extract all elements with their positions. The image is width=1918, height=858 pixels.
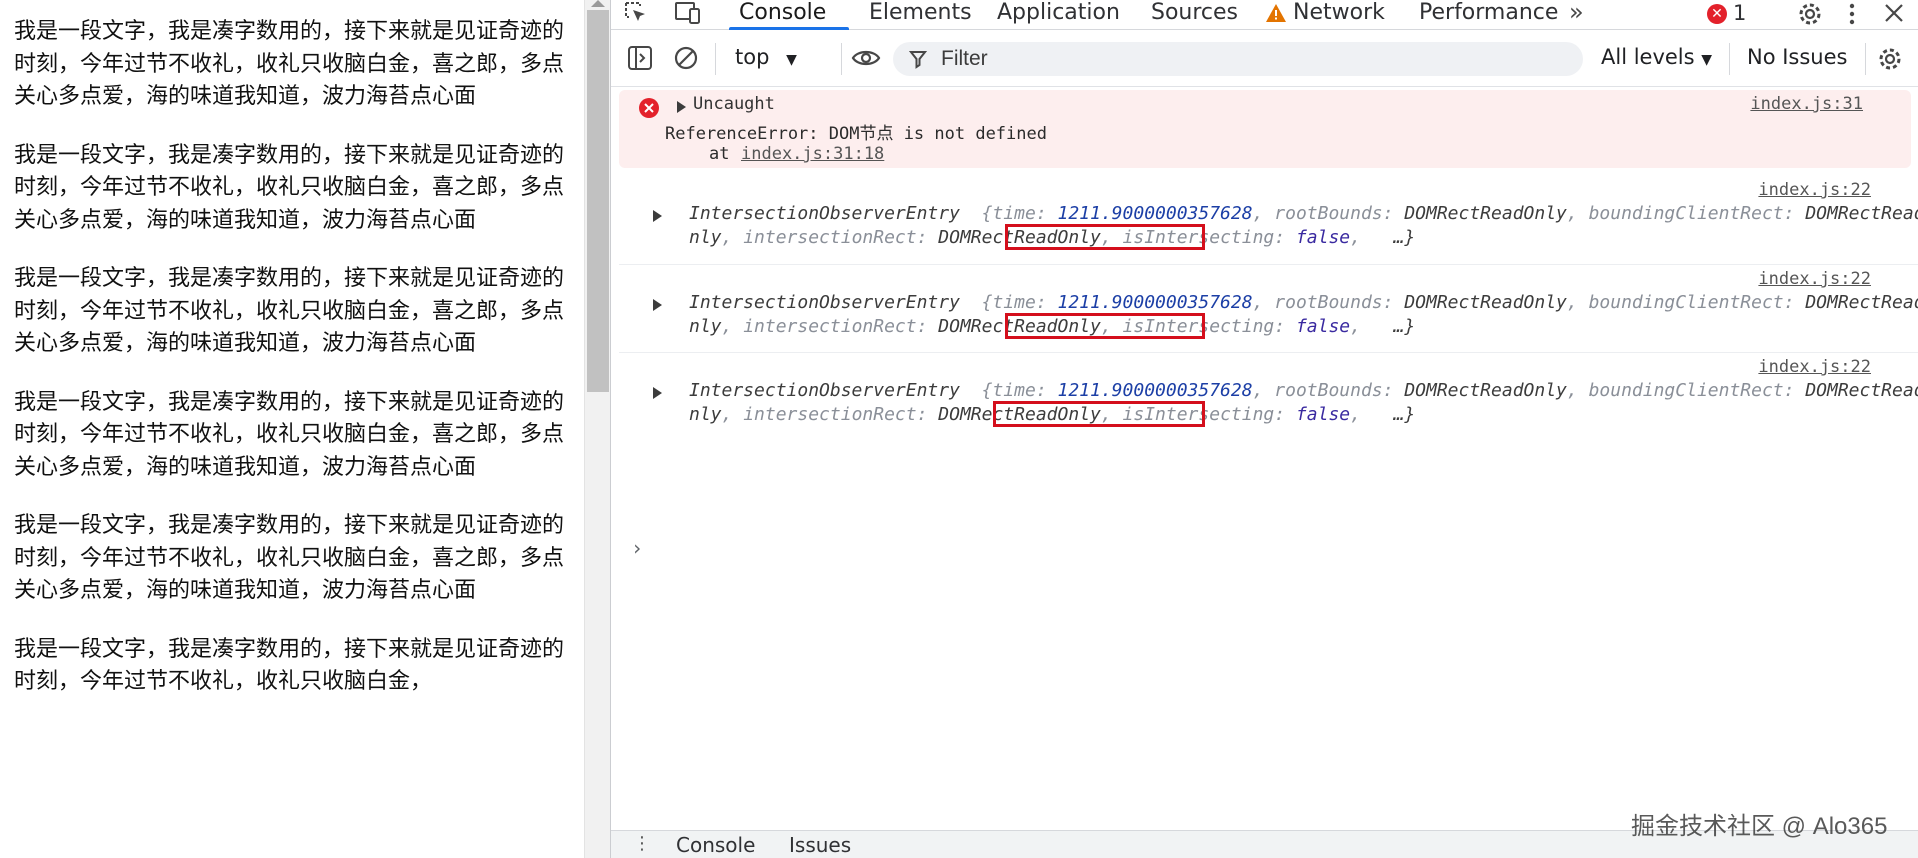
log-entry[interactable]: index.js:22 IntersectionObserverEntry {t…: [619, 176, 1918, 250]
context-selector[interactable]: top ▼: [735, 45, 797, 69]
more-tabs-chevron-icon[interactable]: »: [1569, 0, 1584, 24]
tab-elements[interactable]: Elements: [867, 0, 974, 30]
clear-console-icon[interactable]: [673, 45, 699, 73]
paragraph: 我是一段文字，我是凑字数用的，接下来就是见证奇迹的时刻，今年过节不收礼，收礼只收…: [14, 19, 565, 109]
console-settings-gear-icon[interactable]: [1877, 46, 1903, 74]
error-icon: [639, 98, 659, 118]
page-content: 我是一段文字，我是凑字数用的，接下来就是见证奇迹的时刻，今年过节不收礼，收礼只收…: [14, 16, 570, 725]
expand-arrow-icon[interactable]: [653, 299, 662, 311]
filter-box[interactable]: [893, 42, 1583, 76]
sidebar-toggle-icon[interactable]: [627, 45, 653, 73]
toolbar-divider: [1865, 43, 1866, 75]
dropdown-arrow-icon: ▼: [786, 52, 797, 68]
toolbar-divider: [715, 43, 716, 75]
issues-counter[interactable]: No Issues: [1747, 45, 1847, 69]
highlight-box: [1005, 224, 1205, 250]
log-entry[interactable]: index.js:22 IntersectionObserverEntry {t…: [619, 264, 1918, 339]
dropdown-arrow-icon: ▼: [1701, 52, 1713, 68]
source-link[interactable]: index.js:22: [1758, 180, 1871, 200]
drawer-tab-issues[interactable]: Issues: [789, 833, 851, 857]
live-expression-eye-icon[interactable]: [851, 46, 881, 74]
tab-application[interactable]: Application: [995, 0, 1122, 30]
tab-sources[interactable]: Sources: [1149, 0, 1240, 30]
stack-frame-link[interactable]: index.js:31:18: [741, 144, 884, 164]
log-object-line1: IntersectionObserverEntry {time: 1211.90…: [689, 203, 1918, 224]
log-object-line1: IntersectionObserverEntry {time: 1211.90…: [689, 380, 1918, 401]
customize-menu-icon[interactable]: [1847, 2, 1857, 30]
error-message[interactable]: Uncaught ReferenceError: DOM节点 is not de…: [619, 90, 1911, 168]
drawer-menu-icon[interactable]: ⋮: [633, 833, 651, 854]
log-levels-label: All levels: [1601, 45, 1695, 69]
scrollbar-thumb[interactable]: [587, 10, 609, 392]
active-tab-indicator: [729, 27, 849, 30]
page-scrollbar[interactable]: [584, 0, 610, 858]
paragraph: 我是一段文字，我是凑字数用的，接下来就是见证奇迹的时刻，今年过节不收礼，收礼只收…: [14, 636, 565, 695]
error-count-icon[interactable]: ✕: [1707, 4, 1727, 24]
devtools-tabbar: Console Elements Application Sources Net…: [611, 0, 1918, 30]
stack-at-label: at: [709, 144, 730, 164]
inspect-element-icon[interactable]: [623, 0, 649, 28]
expand-arrow-icon[interactable]: [653, 210, 662, 222]
console-prompt-chevron-icon[interactable]: ›: [631, 536, 643, 560]
drawer-tab-console[interactable]: Console: [676, 833, 755, 857]
close-icon[interactable]: [1883, 2, 1905, 30]
expand-arrow-icon[interactable]: [677, 101, 686, 113]
toolbar-divider: [841, 43, 842, 75]
source-link[interactable]: index.js:31: [1750, 94, 1863, 114]
filter-funnel-icon: [908, 49, 928, 77]
log-levels-dropdown[interactable]: All levels ▼: [1601, 45, 1712, 69]
expand-arrow-icon[interactable]: [653, 387, 662, 399]
devtools-panel: Console Elements Application Sources Net…: [610, 0, 1918, 858]
tab-console[interactable]: Console: [737, 0, 828, 30]
warning-icon: [1265, 2, 1287, 30]
log-object-line1: IntersectionObserverEntry {time: 1211.90…: [689, 292, 1918, 313]
error-count[interactable]: 1: [1733, 1, 1746, 25]
console-output: Uncaught ReferenceError: DOM节点 is not de…: [611, 88, 1918, 830]
console-toolbar: top ▼ All levels ▼ No Issues: [611, 31, 1918, 87]
paragraph: 我是一段文字，我是凑字数用的，接下来就是见证奇迹的时刻，今年过节不收礼，收礼只收…: [14, 142, 565, 233]
filter-input[interactable]: [941, 44, 1561, 74]
toolbar-divider: [1729, 43, 1730, 75]
web-page: 我是一段文字，我是凑字数用的，接下来就是见证奇迹的时刻，今年过节不收礼，收礼只收…: [0, 0, 582, 858]
scroll-up-arrow-icon[interactable]: [591, 0, 605, 7]
device-toolbar-icon[interactable]: [673, 0, 703, 28]
watermark: 掘金技术社区 @ Alo365: [1631, 813, 1888, 840]
log-entry[interactable]: index.js:22 IntersectionObserverEntry {t…: [619, 352, 1918, 427]
highlight-box: [993, 401, 1205, 427]
error-title: Uncaught: [693, 94, 775, 114]
paragraph: 我是一段文字，我是凑字数用的，接下来就是见证奇迹的时刻，今年过节不收礼，收礼只收…: [14, 513, 565, 603]
settings-gear-icon[interactable]: [1797, 1, 1823, 29]
paragraph: 我是一段文字，我是凑字数用的，接下来就是见证奇迹的时刻，今年过节不收礼，收礼只收…: [14, 389, 565, 480]
tab-network[interactable]: Network: [1291, 0, 1387, 30]
source-link[interactable]: index.js:22: [1758, 357, 1871, 377]
source-link[interactable]: index.js:22: [1758, 269, 1871, 289]
tab-performance[interactable]: Performance: [1417, 0, 1560, 30]
context-value: top: [735, 45, 770, 69]
paragraph: 我是一段文字，我是凑字数用的，接下来就是见证奇迹的时刻，今年过节不收礼，收礼只收…: [14, 266, 565, 356]
error-text: ReferenceError: DOM节点 is not defined: [665, 124, 1047, 144]
highlight-box: [1005, 313, 1205, 339]
